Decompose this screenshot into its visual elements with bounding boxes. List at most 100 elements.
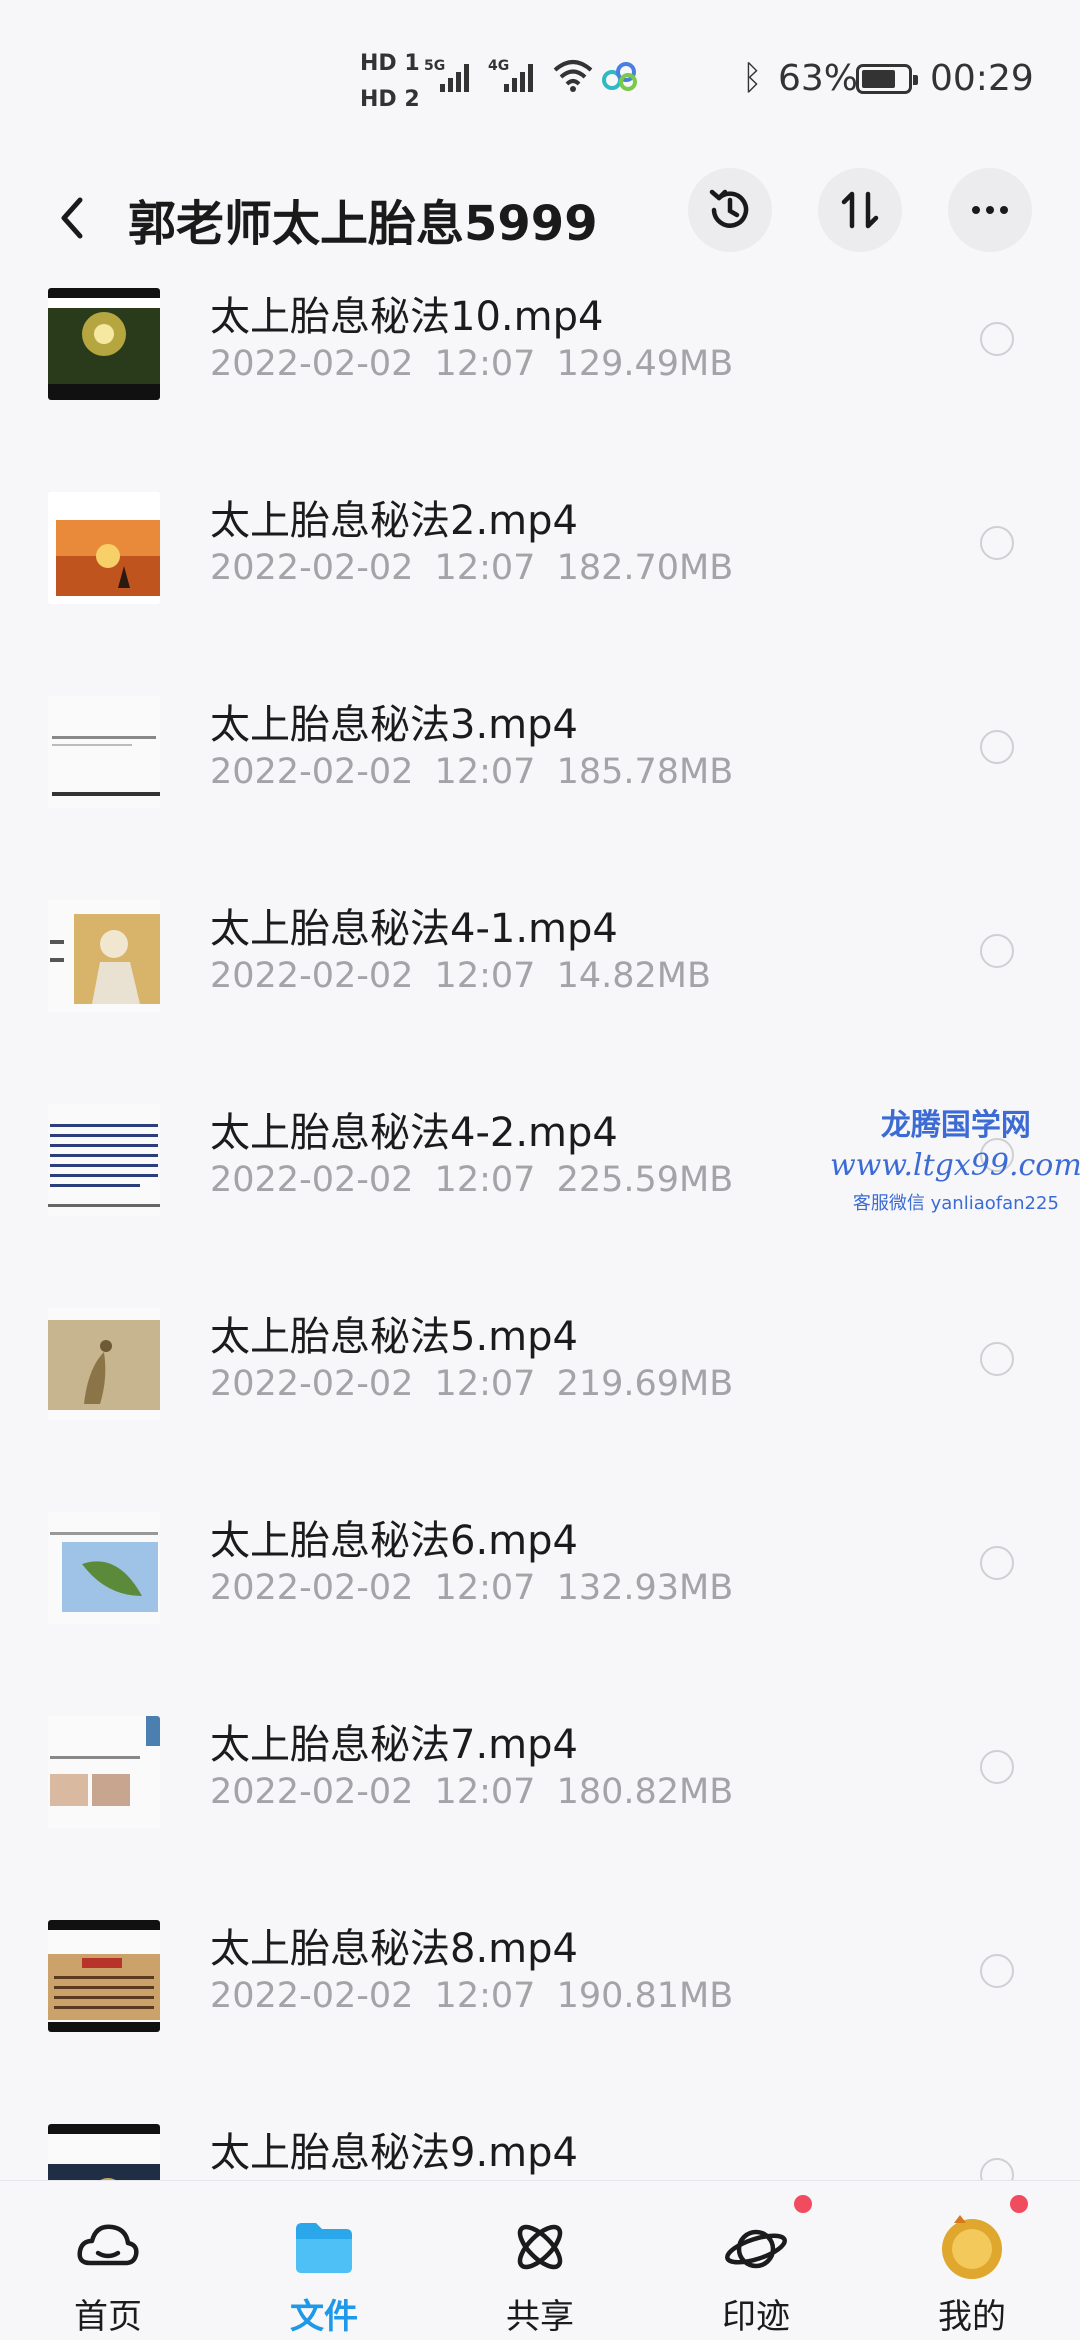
select-radio[interactable] [980, 1342, 1014, 1376]
file-name: 太上胎息秘法10.mp4 [210, 294, 604, 340]
tab-mine-label: 我的 [938, 2297, 1006, 2337]
file-date: 2022-02-02 [210, 752, 414, 792]
video-thumbnail [48, 288, 160, 400]
file-date: 2022-02-02 [210, 1772, 414, 1812]
file-time: 12:07 [434, 1976, 536, 2016]
list-item[interactable]: 太上胎息秘法4-1.mp4 2022-02-02 12:07 14.82MB [0, 894, 1080, 1098]
file-size: 190.81MB [556, 1976, 734, 2016]
more-icon [972, 206, 1008, 214]
file-name: 太上胎息秘法5.mp4 [210, 1314, 578, 1360]
list-item[interactable]: 太上胎息秘法3.mp4 2022-02-02 12:07 185.78MB [0, 690, 1080, 894]
file-size: 225.59MB [556, 1160, 734, 1200]
file-name: 太上胎息秘法7.mp4 [210, 1722, 578, 1768]
watermark: 龙腾国学网 www.ltgx99.com 客服微信 yanliaofan225 [830, 1100, 1080, 1215]
file-time: 12:07 [434, 752, 536, 792]
file-meta: 2022-02-02 12:07 129.49MB [210, 344, 733, 384]
list-item[interactable]: 太上胎息秘法8.mp4 2022-02-02 12:07 190.81MB [0, 1914, 1080, 2118]
signal-5g-icon: 5G [424, 58, 469, 92]
file-name: 太上胎息秘法4-1.mp4 [210, 906, 618, 952]
file-name: 太上胎息秘法4-2.mp4 [210, 1110, 618, 1156]
file-date: 2022-02-02 [210, 1160, 414, 1200]
avatar [942, 2215, 1002, 2279]
file-meta: 2022-02-02 12:07 219.69MB [210, 1364, 733, 1404]
file-meta: 2022-02-02 12:07 132.93MB [210, 1568, 733, 1608]
tab-share-label: 共享 [506, 2297, 574, 2337]
list-item[interactable]: 太上胎息秘法10.mp4 2022-02-02 12:07 129.49MB [0, 282, 1080, 486]
hd1-label: HD 1 [360, 51, 420, 76]
file-name: 太上胎息秘法3.mp4 [210, 702, 578, 748]
chevron-left-icon[interactable] [50, 188, 110, 248]
file-date: 2022-02-02 [210, 1364, 414, 1404]
more-button[interactable] [948, 168, 1032, 252]
list-item[interactable]: 太上胎息秘法5.mp4 2022-02-02 12:07 219.69MB [0, 1302, 1080, 1506]
file-name: 太上胎息秘法8.mp4 [210, 1926, 578, 1972]
file-date: 2022-02-02 [210, 1568, 414, 1608]
bottom-nav: 首页 文件 共享 印迹 我的 [0, 2180, 1080, 2340]
header: 郭老师太上胎息5999 [0, 160, 1080, 280]
video-thumbnail [48, 492, 160, 604]
tab-home-label: 首页 [74, 2297, 142, 2337]
file-date: 2022-02-02 [210, 344, 414, 384]
net-4g-label: 4G [488, 58, 509, 74]
list-item[interactable]: 太上胎息秘法9.mp4 [0, 2118, 1080, 2182]
select-radio[interactable] [980, 526, 1014, 560]
file-time: 12:07 [434, 1772, 536, 1812]
share-icon [517, 2224, 563, 2270]
file-size: 180.82MB [556, 1772, 734, 1812]
clock: 00:29 [930, 58, 1034, 99]
select-radio[interactable] [980, 730, 1014, 764]
file-time: 12:07 [434, 1568, 536, 1608]
tab-traces-label: 印迹 [722, 2297, 790, 2337]
select-radio[interactable] [980, 1954, 1014, 1988]
list-item[interactable]: 太上胎息秘法7.mp4 2022-02-02 12:07 180.82MB [0, 1710, 1080, 1914]
file-time: 12:07 [434, 1160, 536, 1200]
video-thumbnail [48, 696, 160, 808]
select-radio[interactable] [980, 2158, 1014, 2182]
file-time: 12:07 [434, 956, 536, 996]
history-button[interactable] [688, 168, 772, 252]
sort-button[interactable] [818, 168, 902, 252]
tab-traces[interactable]: 印迹 [686, 2181, 826, 2340]
battery-icon [856, 64, 918, 94]
file-name: 太上胎息秘法2.mp4 [210, 498, 578, 544]
file-size: 185.78MB [556, 752, 734, 792]
file-size: 219.69MB [556, 1364, 734, 1404]
tab-home[interactable]: 首页 [38, 2181, 178, 2340]
file-date: 2022-02-02 [210, 956, 414, 996]
file-meta: 2022-02-02 12:07 185.78MB [210, 752, 733, 792]
planet-icon [725, 2229, 787, 2269]
select-radio[interactable] [980, 1546, 1014, 1580]
tab-mine[interactable]: 我的 [902, 2181, 1042, 2340]
video-thumbnail [48, 1920, 160, 2032]
list-item[interactable]: 太上胎息秘法2.mp4 2022-02-02 12:07 182.70MB [0, 486, 1080, 690]
sync-cloud-icon [602, 62, 637, 91]
cloud-icon [77, 2224, 139, 2266]
notification-dot [1010, 2195, 1028, 2213]
file-size: 129.49MB [556, 344, 734, 384]
net-5g-label: 5G [424, 58, 445, 74]
file-size: 132.93MB [556, 1568, 734, 1608]
page-title: 郭老师太上胎息5999 [128, 196, 598, 252]
select-radio[interactable] [980, 322, 1014, 356]
file-time: 12:07 [434, 1364, 536, 1404]
file-size: 14.82MB [556, 956, 711, 996]
file-time: 12:07 [434, 548, 536, 588]
video-thumbnail [48, 1308, 160, 1420]
file-meta: 2022-02-02 12:07 182.70MB [210, 548, 733, 588]
file-meta: 2022-02-02 12:07 14.82MB [210, 956, 711, 996]
file-meta: 2022-02-02 12:07 190.81MB [210, 1976, 733, 2016]
watermark-contact: 客服微信 yanliaofan225 [852, 1193, 1059, 1214]
video-thumbnail [48, 1512, 160, 1624]
file-time: 12:07 [434, 344, 536, 384]
file-size: 182.70MB [556, 548, 734, 588]
tab-share[interactable]: 共享 [470, 2181, 610, 2340]
status-bar: HD 1 HD 2 5G 4G ᛒ 63% 00:29 [0, 0, 1080, 150]
select-radio[interactable] [980, 1750, 1014, 1784]
tab-files[interactable]: 文件 [254, 2181, 394, 2340]
notification-dot [794, 2195, 812, 2213]
list-item[interactable]: 太上胎息秘法6.mp4 2022-02-02 12:07 132.93MB [0, 1506, 1080, 1710]
sort-icon [841, 191, 879, 229]
select-radio[interactable] [980, 934, 1014, 968]
file-date: 2022-02-02 [210, 548, 414, 588]
battery-percent: 63% [778, 58, 859, 99]
